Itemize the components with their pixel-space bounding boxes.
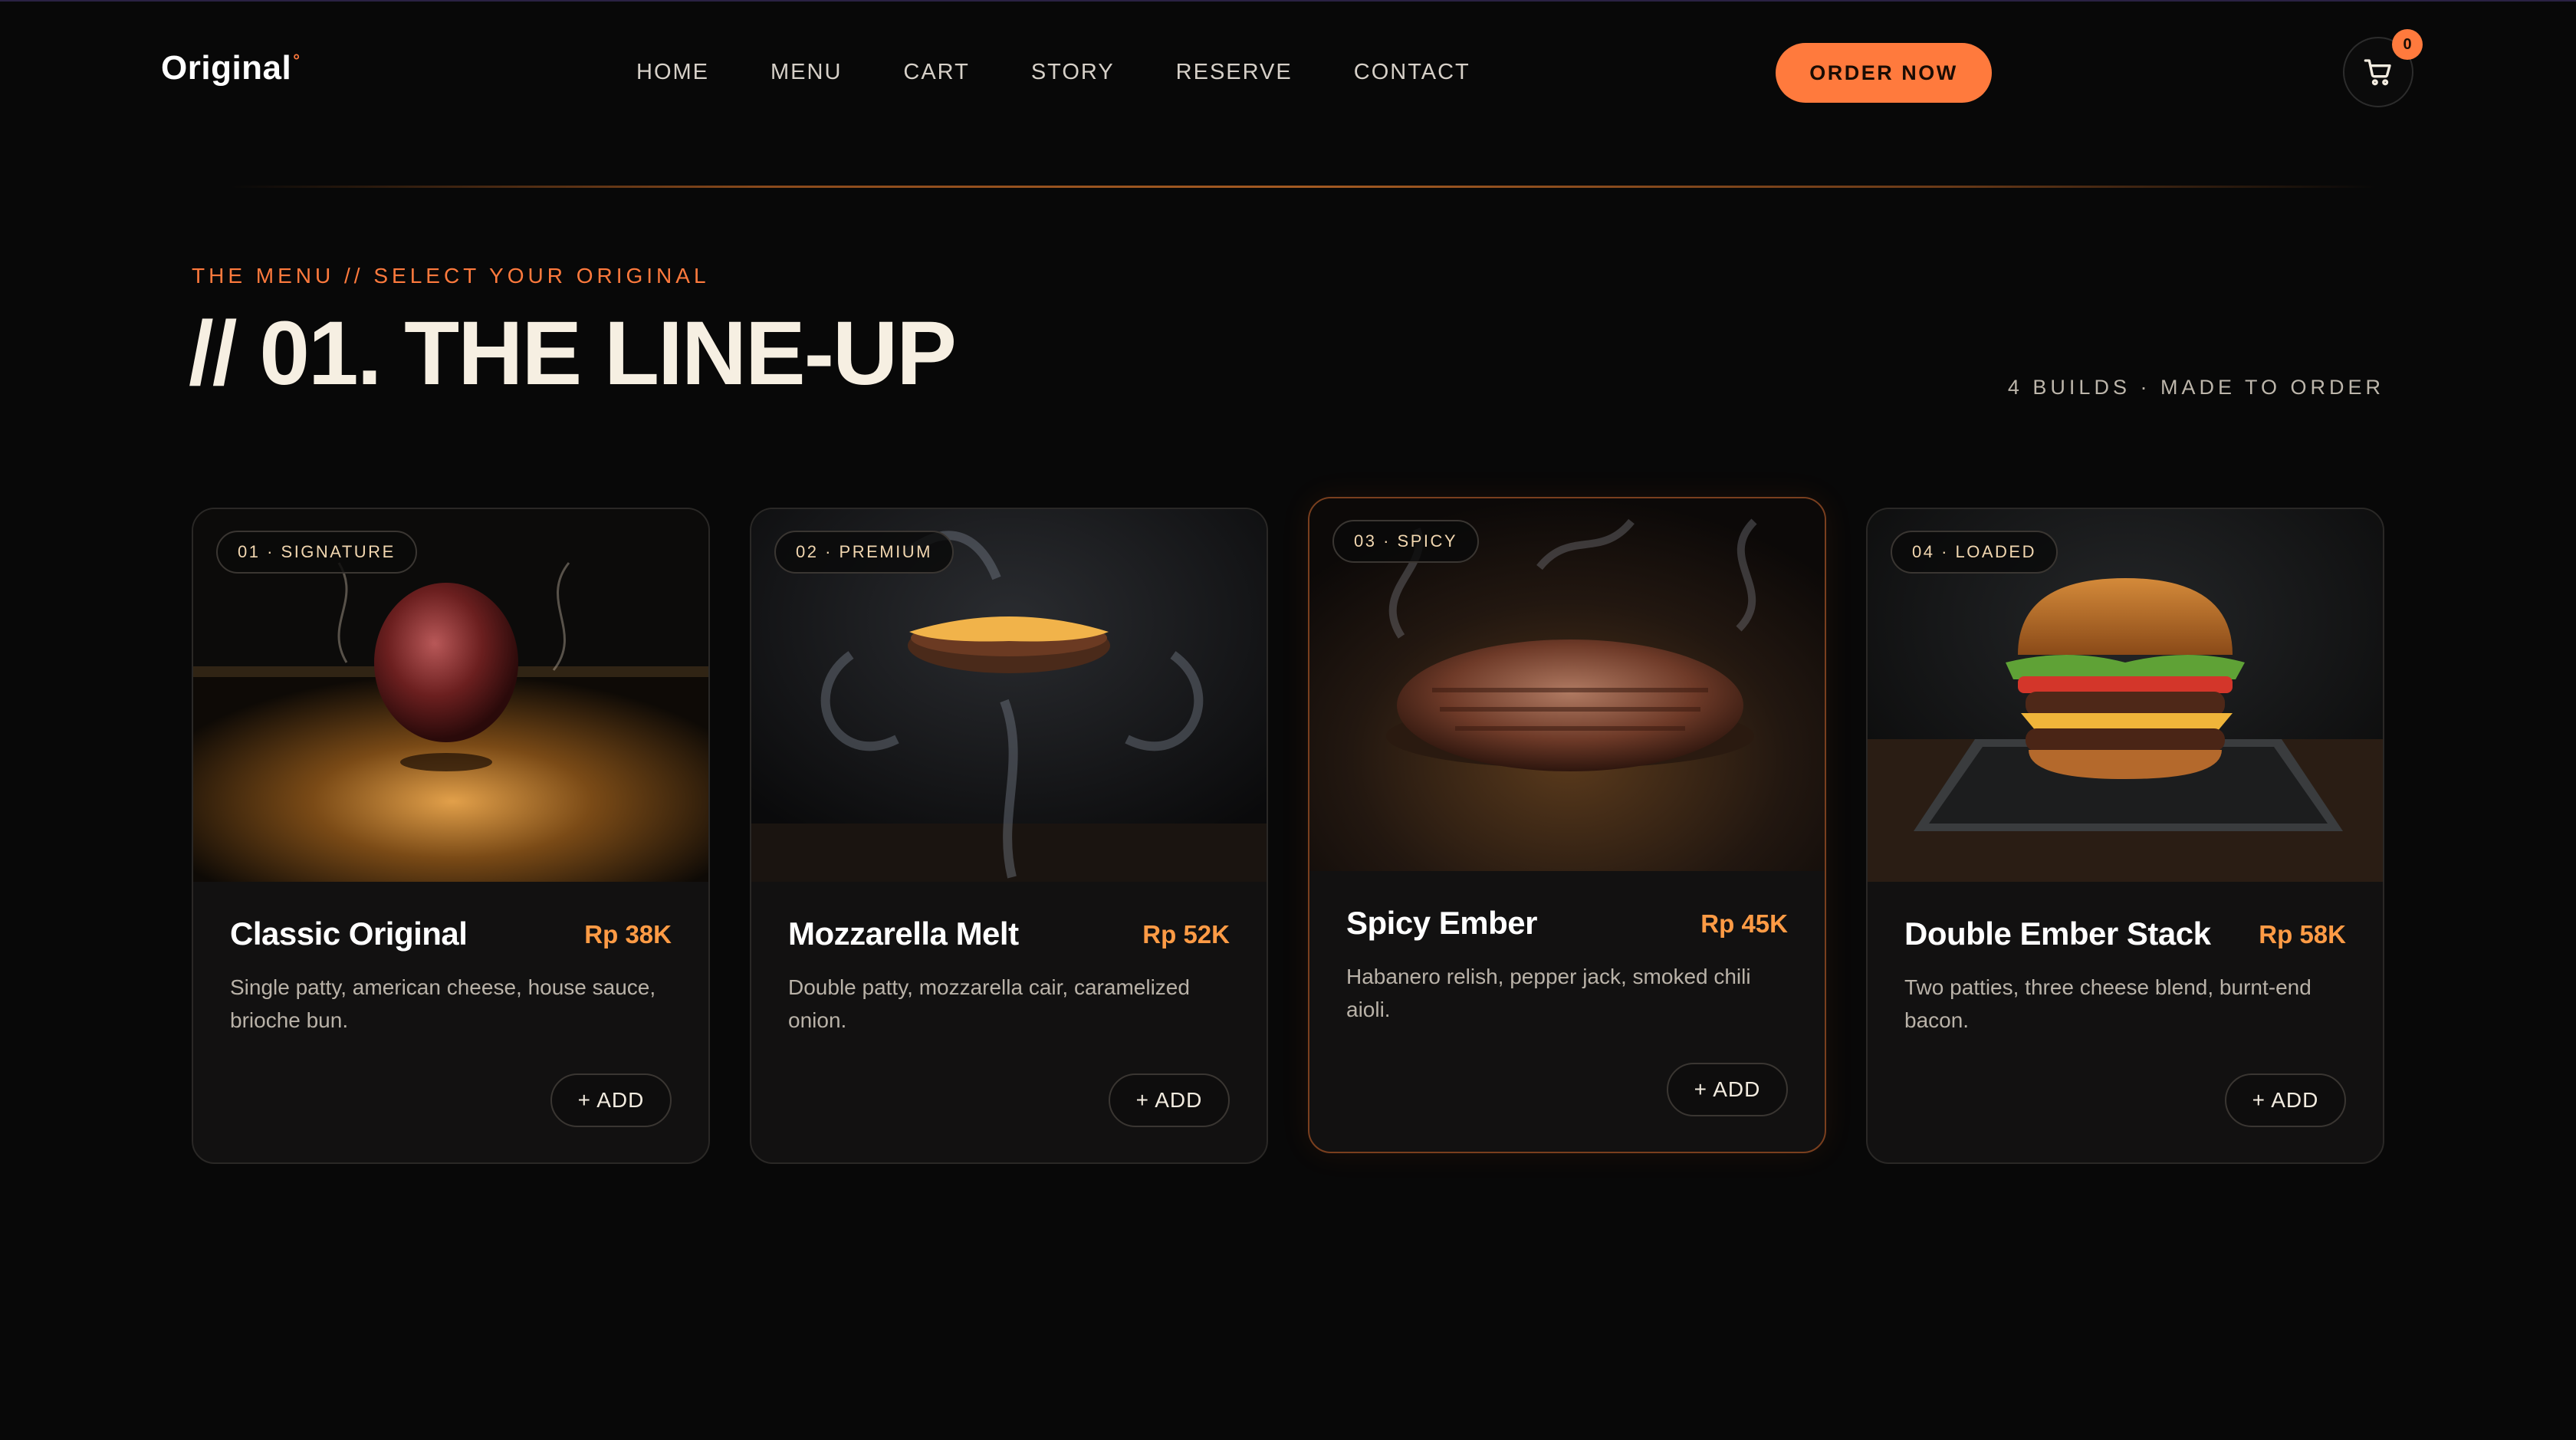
menu-card-name: Classic Original	[230, 916, 468, 952]
menu-card-image: 02 · PREMIUM	[751, 509, 1267, 882]
menu-card-classic-original[interactable]: 01 · SIGNATURE Classic Original Rp 38K S…	[192, 508, 710, 1164]
brand-name: Original	[161, 49, 292, 87]
menu-card-description: Single patty, american cheese, house sau…	[230, 975, 656, 1032]
menu-card-price: Rp 52K	[1142, 920, 1230, 948]
menu-card-name: Double Ember Stack	[1904, 916, 2211, 952]
menu-card-tag: 03 · SPICY	[1332, 520, 1480, 563]
nav-link-home[interactable]: HOME	[636, 60, 709, 85]
menu-page: Original° HOME MENU CART STORY RESERVE C…	[0, 0, 2576, 1440]
add-to-cart-button[interactable]: + ADD	[1109, 1073, 1230, 1127]
nav-link-reserve[interactable]: RESERVE	[1176, 60, 1293, 85]
order-now-button[interactable]: ORDER NOW	[1776, 43, 1992, 103]
nav-link-cart[interactable]: CART	[903, 60, 969, 85]
section-meta: 4 BUILDS · MADE TO ORDER	[2007, 376, 2384, 399]
brand-logo[interactable]: Original°	[161, 49, 301, 87]
cart-count-badge: 0	[2392, 29, 2423, 60]
menu-card-double-ember-stack[interactable]: 04 · LOADED Double Ember Stack Rp 58K Tw…	[1866, 508, 2384, 1164]
menu-card-tag: 04 · LOADED	[1891, 531, 2058, 574]
menu-card-price: Rp 58K	[2259, 920, 2346, 948]
nav-link-story[interactable]: STORY	[1031, 60, 1115, 85]
brand-mark: °	[293, 51, 301, 70]
nav-link-menu[interactable]: MENU	[770, 60, 842, 85]
add-to-cart-button[interactable]: + ADD	[1667, 1063, 1788, 1116]
menu-card-mozzarella-melt[interactable]: 02 · PREMIUM Mozzarella Melt Rp 52K Doub…	[750, 508, 1268, 1164]
nav-link-contact[interactable]: CONTACT	[1354, 60, 1470, 85]
menu-card-image: 01 · SIGNATURE	[193, 509, 708, 882]
section-eyebrow: THE MENU // SELECT YOUR ORIGINAL	[192, 264, 710, 288]
menu-card-description: Double patty, mozzarella cair, carameliz…	[788, 975, 1190, 1032]
menu-card-name: Spicy Ember	[1346, 905, 1537, 941]
menu-card-tag: 01 · SIGNATURE	[216, 531, 417, 574]
nav-links: HOME MENU CART STORY RESERVE CONTACT	[636, 60, 1470, 85]
menu-card-image: 04 · LOADED	[1868, 509, 2383, 882]
top-navigation: Original° HOME MENU CART STORY RESERVE C…	[0, 2, 2576, 147]
menu-card-price: Rp 45K	[1700, 909, 1788, 938]
cart-icon	[2364, 59, 2391, 86]
menu-card-price: Rp 38K	[584, 920, 672, 948]
add-to-cart-button[interactable]: + ADD	[550, 1073, 672, 1127]
menu-card-name: Mozzarella Melt	[788, 916, 1019, 952]
menu-card-spicy-ember[interactable]: 03 · SPICY Spicy Ember Rp 45K Habanero r…	[1308, 497, 1826, 1153]
menu-card-description: Two patties, three cheese blend, burnt-e…	[1904, 975, 2312, 1032]
add-to-cart-button[interactable]: + ADD	[2225, 1073, 2346, 1127]
menu-card-tag: 02 · PREMIUM	[774, 531, 954, 574]
menu-card-image: 03 · SPICY	[1309, 498, 1825, 871]
menu-card-description: Habanero relish, pepper jack, smoked chi…	[1346, 965, 1751, 1021]
header-divider	[230, 186, 2377, 188]
section-title: // 01. THE LINE-UP	[189, 303, 957, 404]
